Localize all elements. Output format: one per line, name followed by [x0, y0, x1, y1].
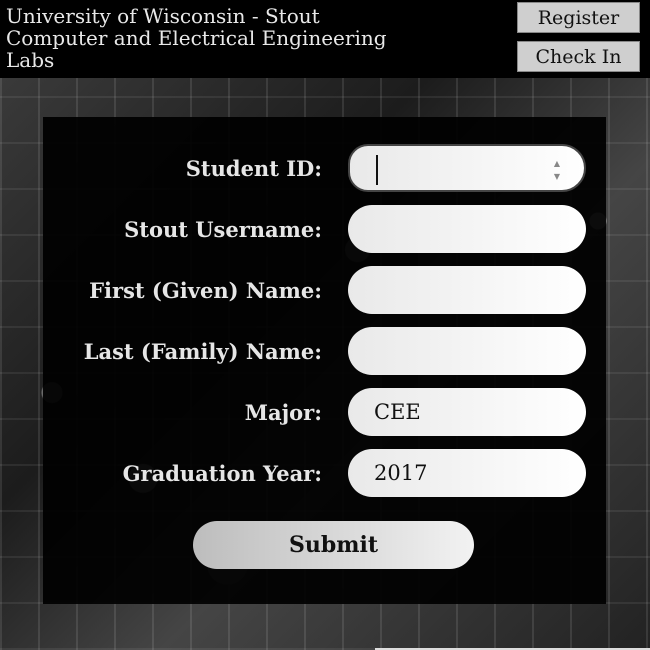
site-title-line-1: University of Wisconsin - Stout — [6, 4, 320, 28]
stout-username-row: Stout Username: — [43, 205, 606, 253]
last-name-label: Last (Family) Name: — [83, 338, 322, 364]
major-input[interactable]: CEE — [348, 388, 586, 436]
registration-form: Student ID: ▲ ▼ Stout Username: First (G… — [43, 117, 606, 604]
major-row: Major: CEE — [43, 388, 606, 436]
first-name-input[interactable] — [348, 266, 586, 314]
graduation-year-input[interactable]: 2017 — [348, 449, 586, 497]
spinner-up-icon[interactable]: ▲ — [551, 157, 563, 170]
spinner-down-icon[interactable]: ▼ — [551, 170, 563, 183]
site-title-line-3: Labs — [6, 48, 55, 72]
submit-button[interactable]: Submit — [193, 521, 474, 569]
stout-username-label: Stout Username: — [124, 216, 322, 242]
student-id-label: Student ID: — [185, 155, 322, 181]
major-value: CEE — [374, 400, 421, 424]
graduation-year-label: Graduation Year: — [122, 460, 322, 486]
stout-username-input[interactable] — [348, 205, 586, 253]
site-title-line-2: Computer and Electrical Engineering — [6, 26, 387, 50]
first-name-row: First (Given) Name: — [43, 266, 606, 314]
student-id-row: Student ID: ▲ ▼ — [43, 144, 606, 192]
first-name-label: First (Given) Name: — [89, 277, 322, 303]
check-in-button[interactable]: Check In — [517, 41, 640, 72]
header: University of Wisconsin - Stout Computer… — [0, 0, 650, 78]
student-id-input[interactable]: ▲ ▼ — [348, 144, 586, 192]
number-spinner[interactable]: ▲ ▼ — [551, 157, 563, 183]
graduation-year-row: Graduation Year: 2017 — [43, 449, 606, 497]
major-label: Major: — [244, 399, 322, 425]
graduation-year-value: 2017 — [374, 461, 428, 485]
last-name-input[interactable] — [348, 327, 586, 375]
site-title: University of Wisconsin - Stout Computer… — [6, 5, 406, 71]
text-caret — [376, 155, 378, 185]
register-button[interactable]: Register — [517, 2, 640, 33]
last-name-row: Last (Family) Name: — [43, 327, 606, 375]
